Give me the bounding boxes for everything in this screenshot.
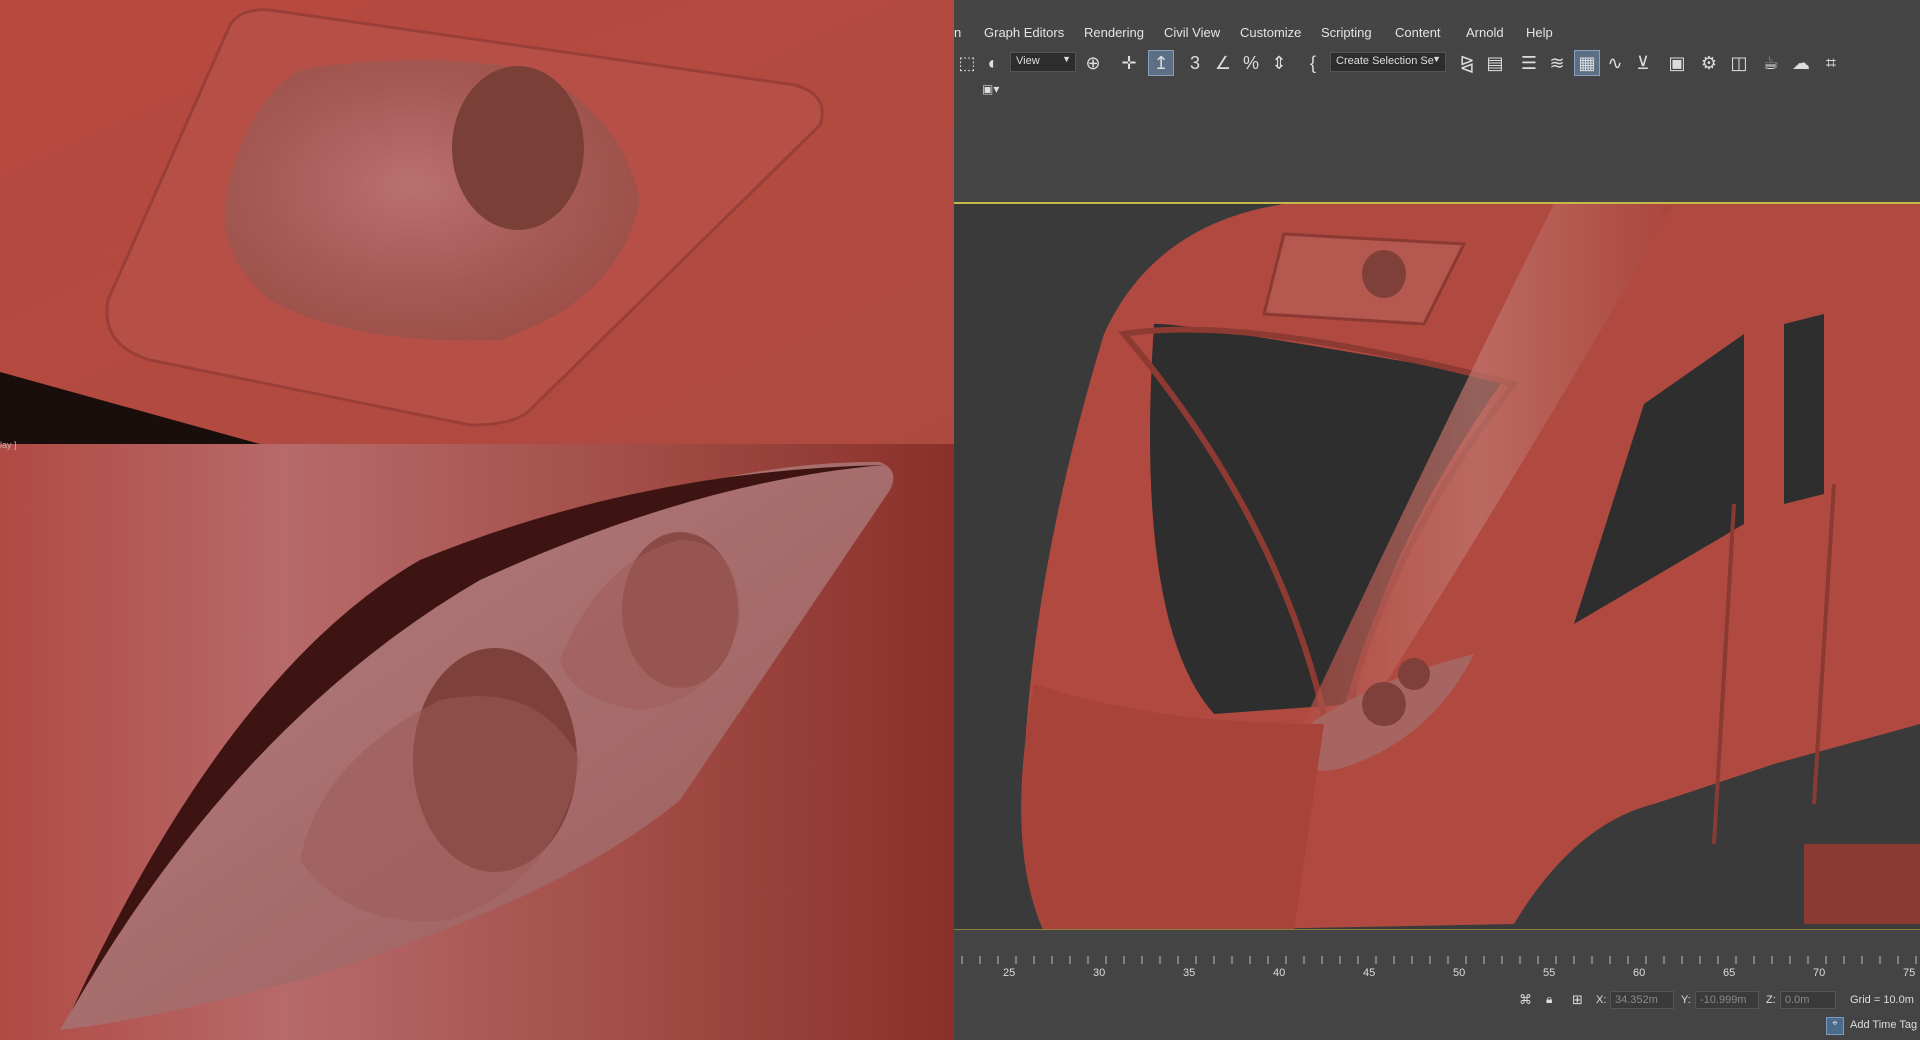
train-model-render — [954, 204, 1920, 929]
z-label: Z: — [1766, 994, 1776, 1006]
chevron-down-icon: ▼ — [1432, 54, 1441, 64]
render-setup-icon[interactable]: ⚙ — [1696, 50, 1722, 76]
render-production-icon[interactable]: ☕ — [1758, 50, 1784, 76]
selection-set-value: Create Selection Se — [1336, 55, 1434, 67]
manipulate-icon[interactable]: ↥ — [1148, 50, 1174, 76]
region-select-icon[interactable]: ⬚ — [954, 50, 980, 76]
viewport-label: lay ] — [0, 440, 17, 450]
render-extra-icon[interactable]: ⌗ — [1818, 50, 1844, 76]
spinner-snap-icon[interactable]: ⇕ — [1266, 50, 1292, 76]
y-coordinate-field[interactable]: -10.999m — [1695, 991, 1759, 1009]
perspective-viewport[interactable] — [954, 202, 1920, 930]
sub-toolbar: ▣▾ — [954, 80, 1920, 100]
headlight-closeups-render — [0, 0, 954, 1040]
menu-civil-view[interactable]: Civil View — [1164, 25, 1220, 40]
menu-scripting[interactable]: Scripting — [1321, 25, 1372, 40]
snaps-toggle-icon[interactable]: 3 — [1182, 50, 1208, 76]
tick-label: 40 — [1273, 967, 1286, 979]
x-coordinate-field[interactable]: 34.352m — [1610, 991, 1674, 1009]
time-tag-icon[interactable]: ⌖ — [1826, 1017, 1844, 1035]
rendered-frame-icon[interactable]: ◫ — [1726, 50, 1752, 76]
tick-label: 60 — [1633, 967, 1646, 979]
camera-icon[interactable]: ▣▾ — [982, 82, 999, 96]
status-bar: ⌘ 🔒︎ ⊞ X: 34.352m Y: -10.999m Z: 0.0m Gr… — [954, 984, 1920, 1040]
reference-coord-value: View — [1016, 55, 1040, 67]
menu-arnold[interactable]: Arnold — [1466, 25, 1504, 40]
add-time-tag[interactable]: Add Time Tag — [1850, 1019, 1917, 1031]
track-bar[interactable]: 25 30 35 40 45 50 55 60 65 70 75 — [954, 952, 1920, 984]
tick-label: 50 — [1453, 967, 1466, 979]
menu-help[interactable]: Help — [1526, 25, 1553, 40]
tick-label: 55 — [1543, 967, 1556, 979]
layer-explorer-icon[interactable]: ≋ — [1544, 50, 1570, 76]
absolute-mode-icon[interactable]: ⊞ — [1572, 992, 1583, 1008]
ribbon-area — [954, 100, 1920, 202]
ribbon-toggle-icon[interactable]: ▦ — [1574, 50, 1600, 76]
max-ui: n Graph Editors Rendering Civil View Cus… — [954, 0, 1920, 1040]
named-selection-icon[interactable]: { — [1300, 50, 1326, 76]
menu-partial[interactable]: n — [954, 25, 961, 40]
menu-bar: n Graph Editors Rendering Civil View Cus… — [954, 20, 1920, 46]
tick-label: 65 — [1723, 967, 1736, 979]
chevron-down-icon: ▼ — [1062, 54, 1071, 64]
tick-label: 35 — [1183, 967, 1196, 979]
track-bar-ticks — [961, 956, 1917, 964]
schematic-view-icon[interactable]: ⊻ — [1630, 50, 1656, 76]
curve-editor-icon[interactable]: ∿ — [1602, 50, 1628, 76]
main-toolbar: ⬚ ◐ View ▼ ⊕ ✛ ↥ 3 ∠ % ⇕ { Create Select… — [954, 46, 1920, 80]
align-icon[interactable]: ▤ — [1482, 50, 1508, 76]
tick-label: 70 — [1813, 967, 1826, 979]
z-coordinate-field[interactable]: 0.0m — [1780, 991, 1836, 1009]
scene-explorer-icon[interactable]: ☰ — [1516, 50, 1542, 76]
lock-icon[interactable]: 🔒︎ — [1546, 992, 1552, 1007]
percent-snap-icon[interactable]: % — [1238, 50, 1264, 76]
x-label: X: — [1596, 994, 1607, 1006]
pivot-center-icon[interactable]: ⊕ — [1080, 50, 1106, 76]
render-cloud-icon[interactable]: ☁ — [1788, 50, 1814, 76]
tick-label: 75 — [1903, 967, 1916, 979]
grid-size: Grid = 10.0m — [1850, 994, 1914, 1006]
mirror-icon[interactable]: ⧎ — [1454, 50, 1480, 76]
angle-snap-icon[interactable]: ∠ — [1210, 50, 1236, 76]
material-editor-icon[interactable]: ▣ — [1664, 50, 1690, 76]
tick-label: 30 — [1093, 967, 1106, 979]
window-crossing-icon[interactable]: ◐ — [980, 50, 1006, 76]
selection-set-dropdown[interactable]: Create Selection Se ▼ — [1330, 52, 1446, 72]
tick-label: 45 — [1363, 967, 1376, 979]
select-move-icon[interactable]: ✛ — [1116, 50, 1142, 76]
reference-coord-dropdown[interactable]: View ▼ — [1010, 52, 1076, 72]
menu-customize[interactable]: Customize — [1240, 25, 1301, 40]
tick-label: 25 — [1003, 967, 1016, 979]
menu-content[interactable]: Content — [1395, 25, 1441, 40]
menu-rendering[interactable]: Rendering — [1084, 25, 1144, 40]
isolate-selection-icon[interactable]: ⌘ — [1519, 992, 1532, 1008]
render-panels: lay ] — [0, 0, 954, 1040]
y-label: Y: — [1681, 994, 1691, 1006]
menu-graph-editors[interactable]: Graph Editors — [984, 25, 1064, 40]
